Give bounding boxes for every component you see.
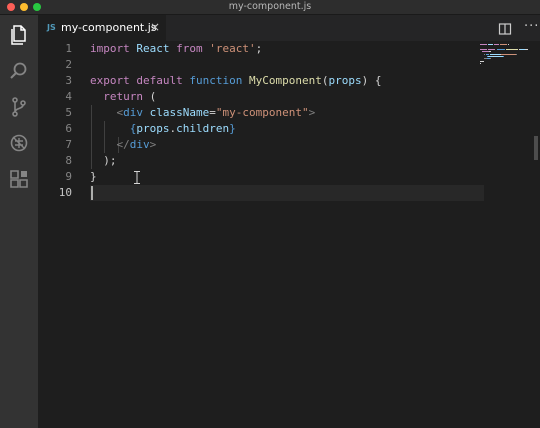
code-token: > xyxy=(308,106,316,119)
code-token: } xyxy=(229,122,236,135)
minimap-line xyxy=(480,60,485,62)
code-token: } xyxy=(90,170,97,183)
close-window-button[interactable] xyxy=(7,3,15,11)
line-number: 7 xyxy=(65,138,72,151)
current-line-highlight xyxy=(90,185,484,201)
minimap-line xyxy=(507,44,509,45)
line-number: 6 xyxy=(65,122,72,135)
line-number: 8 xyxy=(65,154,72,167)
minimap-line xyxy=(525,48,529,50)
minimap-line xyxy=(485,53,489,55)
code-line[interactable]: } xyxy=(90,169,97,185)
minimap-line xyxy=(480,48,487,50)
code-token: default xyxy=(136,74,183,87)
code-token: ; xyxy=(255,42,263,55)
code-token: ); xyxy=(90,154,117,167)
code-token: div xyxy=(129,138,150,151)
code-line[interactable]: return ( xyxy=(90,89,156,105)
line-number: 10 xyxy=(58,186,72,199)
tab-label: my-component.js xyxy=(61,21,157,34)
code-token: = xyxy=(209,106,216,119)
code-token: children xyxy=(176,122,230,135)
scrollbar-marker xyxy=(534,136,538,160)
code-line[interactable]: </div> xyxy=(90,137,157,153)
code-token: "my-component" xyxy=(215,106,309,119)
minimap-line xyxy=(516,53,518,55)
minimap-line xyxy=(489,53,500,55)
code-token: > xyxy=(149,138,157,151)
minimap-line xyxy=(499,44,508,45)
line-number: 1 xyxy=(65,42,72,55)
line-number: 3 xyxy=(65,74,72,87)
line-number: 2 xyxy=(65,58,72,71)
minimap[interactable] xyxy=(480,44,529,84)
activity-bar xyxy=(0,15,38,428)
code-token: props xyxy=(136,122,170,135)
line-number: 4 xyxy=(65,90,72,103)
code-line[interactable]: {props.children} xyxy=(90,121,236,137)
line-number: 5 xyxy=(65,106,72,119)
minimize-window-button[interactable] xyxy=(20,3,28,11)
mouse-ibeam-cursor-icon xyxy=(133,169,141,184)
code-token: div xyxy=(123,106,143,119)
minimap-line xyxy=(487,48,496,50)
files-icon[interactable] xyxy=(7,23,31,47)
code-line[interactable]: import React from 'react'; xyxy=(90,41,262,57)
code-token: return xyxy=(103,90,143,103)
minimap-line xyxy=(480,63,482,65)
vertical-scrollbar[interactable] xyxy=(534,41,540,428)
minimap-line xyxy=(480,44,487,45)
code-token: ) { xyxy=(361,74,382,87)
code-token: </ xyxy=(116,138,130,151)
extensions-icon[interactable] xyxy=(7,167,31,191)
window-title: my-component.js xyxy=(228,1,312,12)
minimap-line xyxy=(488,51,491,53)
more-actions-icon[interactable]: ··· xyxy=(524,19,539,34)
text-cursor xyxy=(91,186,93,200)
code-token: function xyxy=(189,74,243,87)
search-icon[interactable] xyxy=(7,59,31,83)
split-editor-icon[interactable] xyxy=(498,21,512,35)
minimap-line xyxy=(489,58,491,60)
minimap-line xyxy=(496,48,506,50)
line-number: 9 xyxy=(65,170,72,183)
code-token: export xyxy=(90,74,130,87)
title-bar: my-component.js xyxy=(0,0,540,15)
code-line[interactable]: export default function MyComponent(prop… xyxy=(90,73,381,89)
code-token: className xyxy=(149,106,210,119)
minimap-line xyxy=(487,44,494,45)
code-token: from xyxy=(176,42,203,55)
minimap-line xyxy=(494,56,504,57)
close-tab-icon[interactable]: × xyxy=(150,20,160,34)
js-file-icon: JS xyxy=(47,23,56,32)
code-token: React xyxy=(136,42,170,55)
minimap-line xyxy=(503,56,505,57)
code-token: ( xyxy=(143,90,157,103)
tab-my-component[interactable]: JS my-component.js × xyxy=(38,15,166,41)
code-token: 'react' xyxy=(209,42,256,55)
minimap-line xyxy=(506,48,519,50)
code-token: props xyxy=(328,74,362,87)
code-token: import xyxy=(90,42,130,55)
tab-bar: JS my-component.js × ··· xyxy=(38,15,540,41)
code-line[interactable]: <div className="my-component"> xyxy=(90,105,316,121)
source-control-icon[interactable] xyxy=(7,95,31,119)
minimap-line xyxy=(482,51,489,53)
code-line[interactable]: ); xyxy=(90,153,117,169)
zoom-window-button[interactable] xyxy=(33,3,41,11)
debug-icon[interactable] xyxy=(7,131,31,155)
minimap-line xyxy=(500,53,517,55)
code-token: MyComponent xyxy=(248,74,322,87)
minimap-line xyxy=(494,44,499,45)
code-editor[interactable]: 1 2 3 4 5 6 7 8 9 10 import React from 'react'; ex… xyxy=(38,41,540,428)
